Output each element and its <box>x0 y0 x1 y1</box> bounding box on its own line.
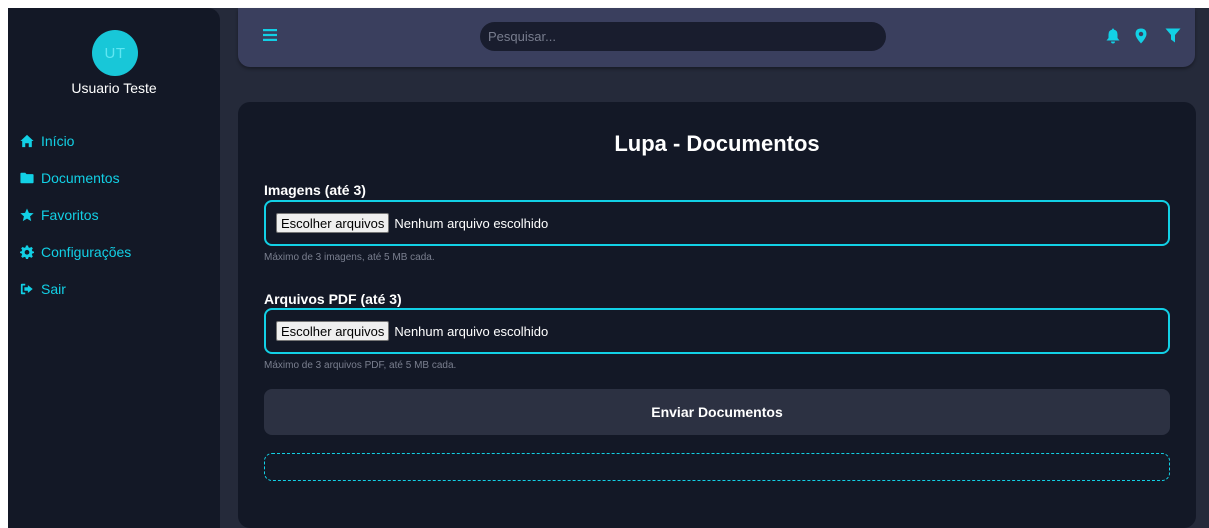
menu-icon <box>263 29 277 41</box>
map-marker-icon[interactable] <box>1135 28 1147 44</box>
sidebar-item-favoritos[interactable]: Favoritos <box>20 196 131 233</box>
sidebar-nav: Início Documentos Favoritos Configuraçõe… <box>20 122 131 307</box>
pdfs-file-status: Nenhum arquivo escolhido <box>394 323 549 339</box>
star-icon <box>20 207 34 221</box>
sidebar-item-inicio[interactable]: Início <box>20 122 131 159</box>
avatar[interactable]: UT <box>92 30 138 76</box>
gear-icon <box>20 244 34 259</box>
app-window: UT Usuario Teste Início Documentos Favor… <box>8 8 1209 528</box>
filter-icon[interactable] <box>1165 28 1181 43</box>
choose-pdfs-button[interactable]: Escolher arquivos <box>276 321 390 341</box>
sign-out-icon <box>20 283 33 294</box>
sidebar-item-configuracoes[interactable]: Configurações <box>20 233 131 270</box>
pdfs-hint: Máximo de 3 arquivos PDF, até 5 MB cada. <box>264 360 457 371</box>
home-icon <box>20 134 34 147</box>
sidebar: UT Usuario Teste Início Documentos Favor… <box>8 8 220 528</box>
upload-card: Lupa - Documentos Imagens (até 3) Escolh… <box>238 102 1196 528</box>
sidebar-item-label: Documentos <box>41 169 120 186</box>
images-label: Imagens (até 3) <box>264 182 366 198</box>
user-name: Usuario Teste <box>71 80 157 96</box>
page-title: Lupa - Documentos <box>614 131 820 156</box>
avatar-initials: UT <box>104 44 126 62</box>
sidebar-item-documentos[interactable]: Documentos <box>20 159 131 196</box>
images-hint: Máximo de 3 imagens, até 5 MB cada. <box>264 252 435 263</box>
choose-images-button[interactable]: Escolher arquivos <box>276 213 390 233</box>
images-file-input[interactable]: Escolher arquivos Nenhum arquivo escolhi… <box>264 200 1170 246</box>
submit-documents-button[interactable]: Enviar Documentos <box>264 389 1170 435</box>
sidebar-item-label: Configurações <box>41 243 132 260</box>
pdfs-file-input[interactable]: Escolher arquivos Nenhum arquivo escolhi… <box>264 308 1170 354</box>
images-file-status: Nenhum arquivo escolhido <box>394 215 549 231</box>
upload-result-area <box>264 453 1170 481</box>
folder-icon <box>20 172 34 183</box>
topbar <box>238 8 1195 67</box>
sidebar-item-sair[interactable]: Sair <box>20 270 131 307</box>
pdfs-label: Arquivos PDF (até 3) <box>264 291 402 307</box>
sidebar-item-label: Início <box>41 132 75 149</box>
search-input[interactable] <box>480 22 886 51</box>
menu-button[interactable] <box>263 28 277 42</box>
sidebar-item-label: Favoritos <box>41 206 99 223</box>
bell-icon[interactable] <box>1106 28 1120 44</box>
sidebar-item-label: Sair <box>41 280 66 297</box>
